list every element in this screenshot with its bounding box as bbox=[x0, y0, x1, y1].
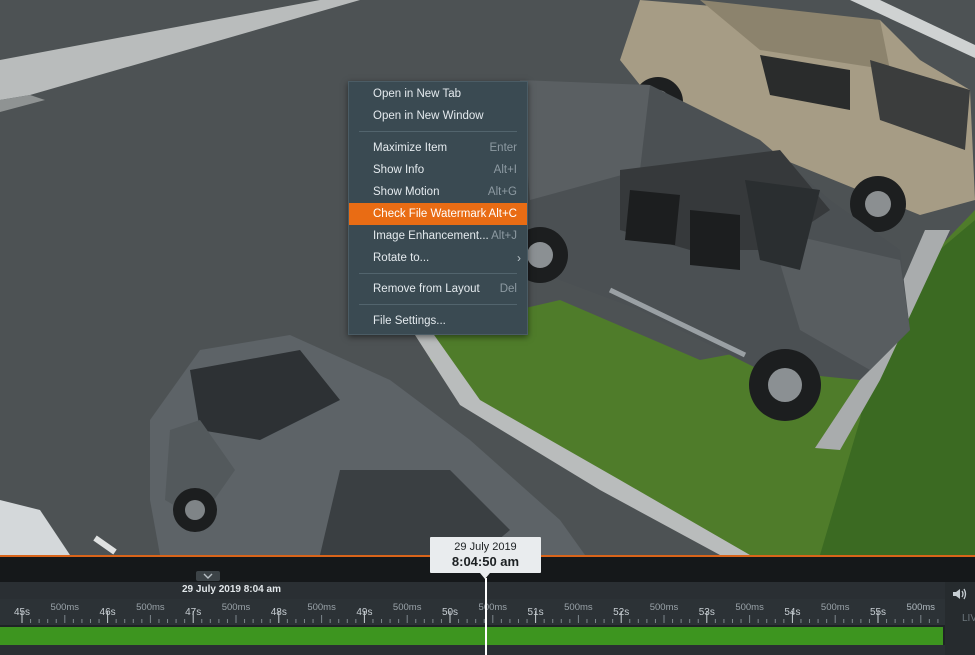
minor-tick-label: 500ms bbox=[820, 602, 850, 613]
menu-item-show-info[interactable]: Show Info Alt+I bbox=[349, 159, 527, 181]
minor-tick-label: 500ms bbox=[735, 602, 764, 613]
collapse-timeline-button[interactable] bbox=[196, 571, 220, 581]
menu-item-rotate-to[interactable]: Rotate to... › bbox=[349, 247, 527, 269]
minor-tick-label: 500ms bbox=[649, 602, 679, 613]
context-menu: Open in New Tab Open in New Window Maxim… bbox=[348, 81, 528, 335]
timeline-scrollbar[interactable] bbox=[0, 645, 945, 655]
minor-tick-label: 500ms bbox=[136, 602, 165, 613]
tick-label: 51s bbox=[527, 607, 544, 618]
recording-chunk-bar[interactable] bbox=[0, 627, 943, 645]
menu-item-maximize-item[interactable]: Maximize Item Enter bbox=[349, 137, 527, 159]
menu-item-open-in-new-window[interactable]: Open in New Window bbox=[349, 105, 527, 127]
minor-tick-label: 500ms bbox=[478, 602, 508, 613]
chevron-right-icon: › bbox=[517, 251, 521, 265]
menu-separator bbox=[359, 304, 517, 305]
tick-label: 49s bbox=[356, 607, 373, 618]
tick-label: 52s bbox=[613, 607, 630, 618]
minor-tick-label: 500ms bbox=[564, 602, 593, 613]
tick-label: 53s bbox=[698, 607, 715, 618]
minor-tick-label: 500ms bbox=[221, 602, 251, 613]
menu-separator bbox=[359, 273, 517, 274]
tick-label: 50s bbox=[441, 607, 459, 618]
minor-tick-label: 500ms bbox=[392, 602, 422, 613]
tick-label: 48s bbox=[270, 607, 287, 618]
volume-icon[interactable] bbox=[952, 587, 968, 601]
timeline-date-label: 29 July 2019 8:04 am bbox=[182, 584, 281, 595]
tick-label: 55s bbox=[869, 607, 887, 618]
chevron-down-icon bbox=[203, 573, 213, 579]
tick-label: 47s bbox=[185, 607, 202, 618]
cursor-pointer bbox=[480, 573, 490, 579]
cursor-date: 29 July 2019 bbox=[454, 541, 517, 553]
minor-tick-label: 500ms bbox=[50, 602, 80, 613]
menu-item-file-settings[interactable]: File Settings... bbox=[349, 310, 527, 332]
cursor-time-tooltip: 29 July 2019 8:04:50 am bbox=[430, 537, 541, 573]
minor-tick-label: 500ms bbox=[906, 602, 936, 613]
tick-label: 54s bbox=[784, 607, 801, 618]
menu-separator bbox=[359, 131, 517, 132]
menu-item-image-enhancement[interactable]: Image Enhancement... Alt+J bbox=[349, 225, 527, 247]
timeline-cursor[interactable] bbox=[485, 578, 487, 655]
live-button[interactable]: LIVE bbox=[962, 613, 975, 624]
menu-item-remove-from-layout[interactable]: Remove from Layout Del bbox=[349, 278, 527, 300]
menu-item-show-motion[interactable]: Show Motion Alt+G bbox=[349, 181, 527, 203]
tick-label: 45s bbox=[13, 607, 31, 618]
cursor-time: 8:04:50 am bbox=[451, 554, 520, 569]
menu-item-check-file-watermark[interactable]: Check File Watermark Alt+C bbox=[349, 203, 527, 225]
minor-tick-label: 500ms bbox=[307, 602, 336, 613]
menu-item-open-in-new-tab[interactable]: Open in New Tab bbox=[349, 83, 527, 105]
tick-label: 46s bbox=[99, 607, 116, 618]
